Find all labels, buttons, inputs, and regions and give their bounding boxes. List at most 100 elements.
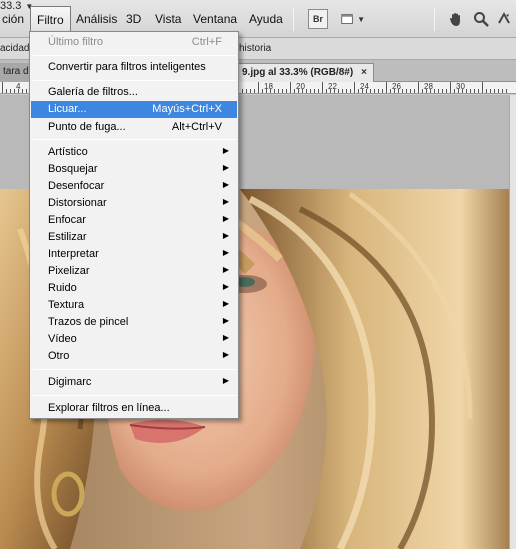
ruler-tick [270,89,271,93]
ruler-tick [318,89,319,93]
ruler-tick [354,82,355,93]
ruler-tick [402,89,403,93]
ruler-tick [266,89,267,93]
menu-separator [33,139,236,140]
ruler-tick [350,89,351,93]
submenu-arrow-icon: ▶ [222,214,229,223]
menu-item-desenfocar[interactable]: Desenfocar ▶ [31,178,237,195]
tab-label: tara d [3,66,29,77]
ruler-tick [298,89,299,93]
vertical-scrollbar[interactable] [509,95,516,549]
menu-item-ruido[interactable]: Ruido ▶ [31,280,237,297]
menu-item-pixelizar[interactable]: Pixelizar ▶ [31,263,237,280]
menu-seleccion[interactable]: ción [2,12,24,26]
ruler-tick [254,89,255,93]
ruler-tick [498,89,499,93]
bridge-button[interactable]: Br [308,9,328,29]
ruler-tick [326,89,327,93]
ruler-tick [26,89,27,93]
ruler-tick [394,89,395,93]
menu-item-explorar-filtros[interactable]: Explorar filtros en línea... [31,400,237,417]
submenu-arrow-icon: ▶ [222,333,229,342]
ruler-tick [370,89,371,93]
ruler-tick [406,89,407,93]
ruler-tick [410,89,411,93]
hand-icon [450,13,460,26]
menu-item-interpretar[interactable]: Interpretar ▶ [31,246,237,263]
menu-ayuda[interactable]: Ayuda [249,12,283,26]
submenu-arrow-icon: ▶ [222,376,229,385]
menu-item-video[interactable]: Vídeo ▶ [31,331,237,348]
submenu-arrow-icon: ▶ [222,248,229,257]
zoom-dropdown[interactable]: 33.3▼ [0,0,516,12]
ruler-tick [366,89,367,93]
menu-item-otro[interactable]: Otro ▶ [31,348,237,365]
menu-item-estilizar[interactable]: Estilizar ▶ [31,229,237,246]
bridge-label: Br [312,14,323,24]
ruler-tick [418,82,419,93]
ruler-tick [374,89,375,93]
menu-separator [33,395,236,396]
ruler-tick [398,89,399,93]
screen-mode-button[interactable]: ▼ [341,9,365,29]
ruler-tick [314,89,315,93]
ruler-tick [306,89,307,93]
ruler-tick [286,89,287,93]
ruler-tick [390,89,391,93]
menu-item-licuar[interactable]: Licuar... Mayús+Ctrl+X [31,101,237,118]
submenu-arrow-icon: ▶ [222,180,229,189]
menu-item-enfocar[interactable]: Enfocar ▶ [31,212,237,229]
menu-ventana[interactable]: Ventana [193,12,237,26]
ruler-tick [242,89,243,93]
menu-item-artistico[interactable]: Artístico ▶ [31,144,237,161]
filter-menu: Último filtro Ctrl+F Convertir para filt… [29,31,239,419]
menu-item-digimarc[interactable]: Digimarc ▶ [31,374,237,391]
menu-item-textura[interactable]: Textura ▶ [31,297,237,314]
tab-document-active[interactable]: 9.jpg al 33.3% (RGB/8#) × [238,63,374,82]
history-label: historia [239,43,272,54]
menu-item-distorsionar[interactable]: Distorsionar ▶ [31,195,237,212]
ruler-tick [506,89,507,93]
ruler-tick [470,89,471,93]
menu-vista[interactable]: Vista [155,12,181,26]
submenu-arrow-icon: ▶ [222,265,229,274]
hand-tool-button[interactable] [446,9,466,29]
menu-item-convertir-filtros-inteligentes[interactable]: Convertir para filtros inteligentes [31,59,237,76]
ruler-tick [462,89,463,93]
tab-label: 9.jpg al 33.3% (RGB/8#) [242,67,354,78]
photoshop-window: ción Filtro Análisis 3D Vista Ventana Ay… [0,0,516,549]
ruler-tick [362,89,363,93]
separator [434,7,435,31]
ruler-tick [426,89,427,93]
separator [293,7,294,31]
ruler-tick [430,89,431,93]
ruler-tick [442,89,443,93]
ruler-tick [334,89,335,93]
ruler-tick [378,89,379,93]
ruler-tick [258,82,259,93]
ruler-tick [330,89,331,93]
ruler-tick [294,89,295,93]
menu-item-galeria-filtros[interactable]: Galería de filtros... [31,84,237,101]
ruler-tick [290,82,291,93]
menu-3d[interactable]: 3D [126,12,141,26]
submenu-arrow-icon: ▶ [222,146,229,155]
ruler-tick [2,82,3,93]
menu-item-ultimo-filtro: Último filtro Ctrl+F [48,36,222,48]
menu-item-punto-de-fuga[interactable]: Punto de fuga... Alt+Ctrl+V [31,119,237,136]
ruler-tick [450,82,451,93]
menu-filtro[interactable]: Filtro [30,6,71,32]
rotate-view-button[interactable] [495,9,513,29]
submenu-arrow-icon: ▶ [222,316,229,325]
menu-analisis[interactable]: Análisis [76,12,117,26]
zoom-tool-button[interactable] [472,9,490,29]
rotate-view-icon [498,11,510,24]
ruler-tick [382,89,383,93]
ruler-tick [342,89,343,93]
close-icon[interactable]: × [361,67,367,78]
menu-item-trazos-de-pincel[interactable]: Trazos de pincel ▶ [31,314,237,331]
opacity-label: acidad [0,43,30,54]
menu-item-bosquejar[interactable]: Bosquejar ▶ [31,161,237,178]
ruler-tick [302,89,303,93]
menu-separator [33,369,236,370]
